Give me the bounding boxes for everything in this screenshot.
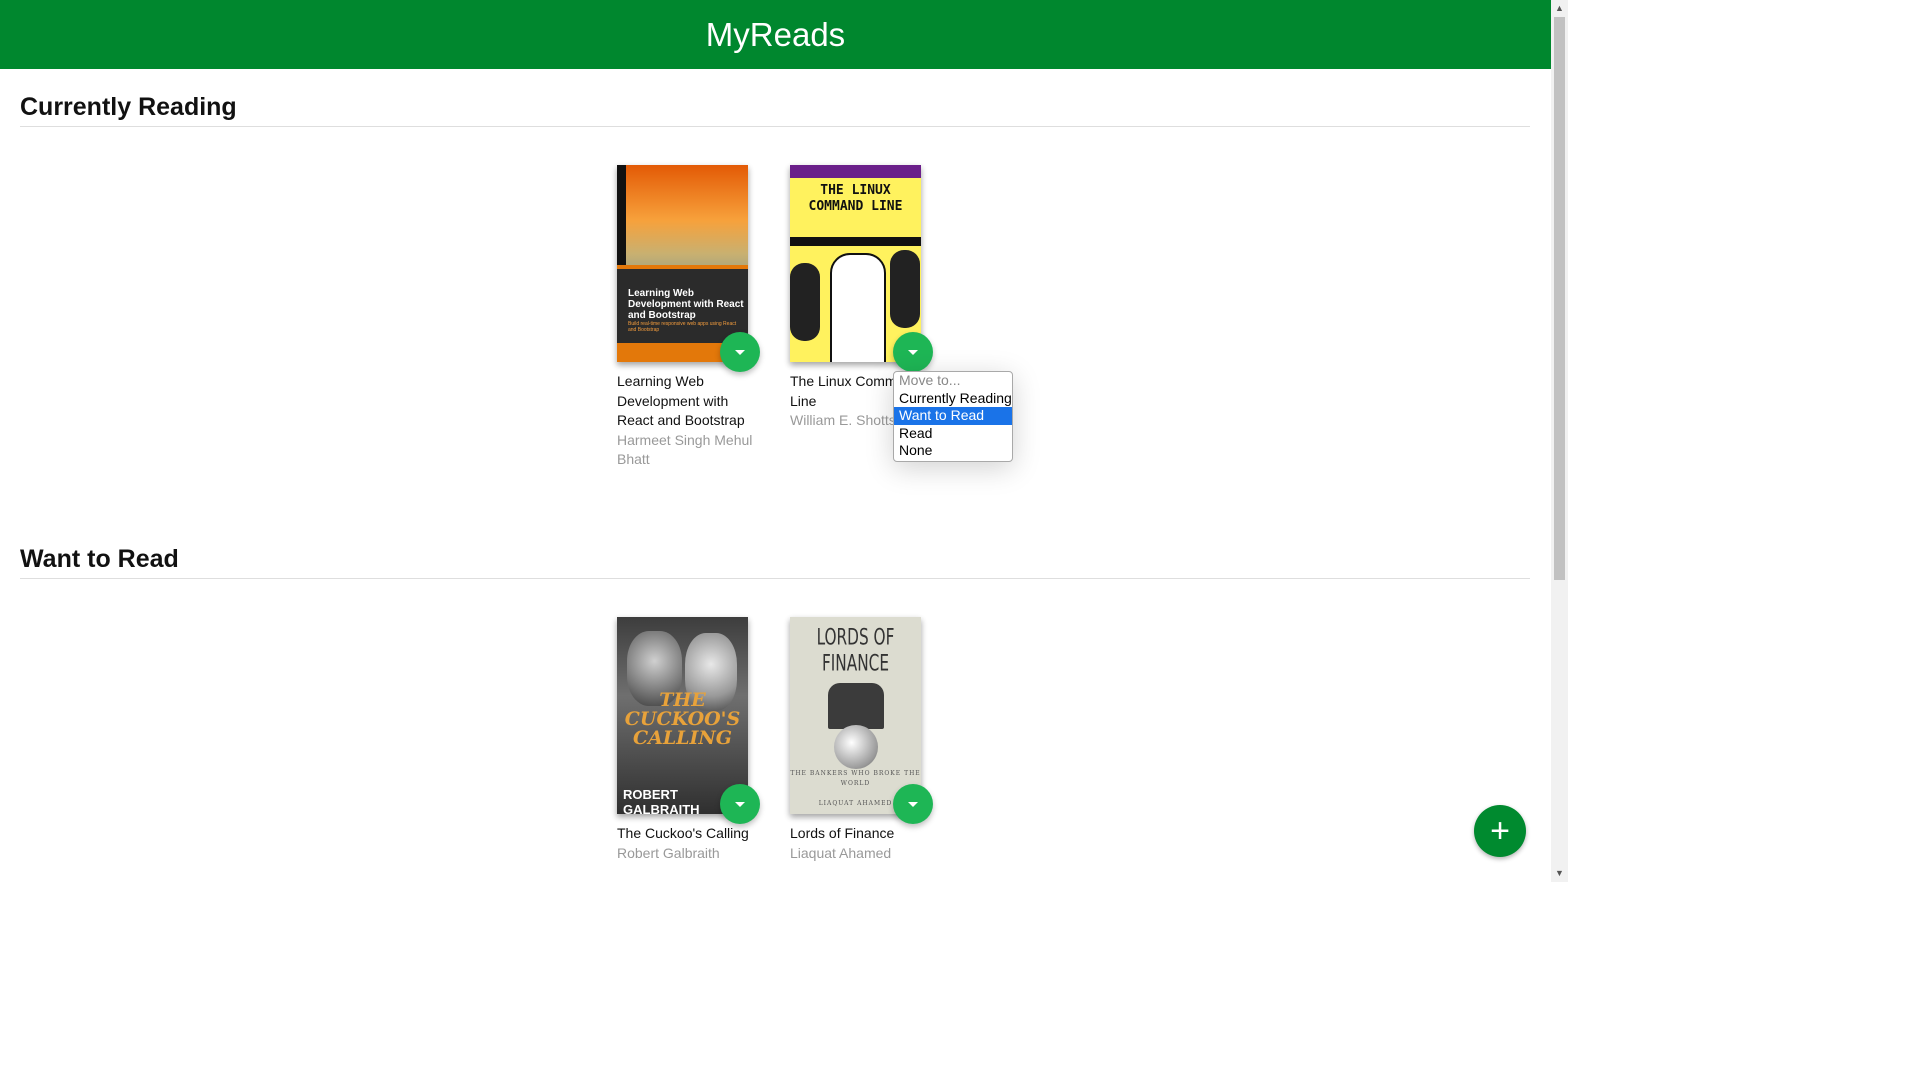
shelf-select-dropdown[interactable]: Move to... Currently Reading Want to Rea… — [893, 371, 1013, 462]
book-cover: THE CUCKOO'S CALLING ROBERT GALBRAITH — [617, 617, 748, 814]
add-book-button[interactable]: + — [1474, 805, 1526, 857]
option-read[interactable]: Read — [894, 425, 1012, 443]
vertical-scrollbar[interactable]: ▲ ▼ — [1551, 0, 1568, 882]
caret-down-icon — [735, 349, 745, 355]
book-cuckoos-calling: THE CUCKOO'S CALLING ROBERT GALBRAITH Th… — [617, 617, 762, 863]
shelf-changer-button[interactable] — [720, 332, 760, 372]
book-lords-of-finance: LORDS OF FINANCE THE BANKERS WHO BROKE T… — [790, 617, 935, 863]
caret-down-icon — [908, 349, 918, 355]
app-title: MyReads — [705, 16, 846, 53]
scroll-down-arrow-icon[interactable]: ▼ — [1551, 865, 1568, 882]
option-want-to-read[interactable]: Want to Read — [894, 407, 1012, 425]
shelf-title-want-to-read: Want to Read — [20, 545, 1530, 579]
app-header: MyReads — [0, 0, 1551, 69]
cover-title: Learning Web Development with React and … — [628, 288, 744, 321]
cover-subtitle: Build real-time responsive web apps usin… — [628, 321, 737, 333]
shelf-changer-button[interactable] — [720, 784, 760, 824]
cover-title: THE CUCKOO'S CALLING — [624, 689, 741, 749]
book-title: The Cuckoo's Calling — [617, 825, 749, 841]
book-cover: Learning Web Development with React and … — [617, 165, 748, 362]
scrollbar-thumb[interactable] — [1554, 17, 1565, 580]
book-learning-web-dev: Learning Web Development with React and … — [617, 165, 762, 470]
book-title: Learning Web Development with React and … — [617, 373, 745, 428]
option-currently-reading[interactable]: Currently Reading — [894, 390, 1012, 408]
shelf-title-currently-reading: Currently Reading — [20, 93, 1530, 127]
caret-down-icon — [735, 801, 745, 807]
book-authors: Harmeet Singh Mehul Bhatt — [617, 431, 753, 468]
plus-icon: + — [1490, 812, 1510, 850]
scroll-up-arrow-icon[interactable]: ▲ — [1551, 0, 1568, 17]
option-move-to: Move to... — [899, 372, 961, 388]
book-cover: LORDS OF FINANCE THE BANKERS WHO BROKE T… — [790, 617, 921, 814]
book-title: Lords of Finance — [790, 825, 895, 841]
shelf-changer-button[interactable] — [893, 332, 933, 372]
shelf-changer-button[interactable] — [893, 784, 933, 824]
book-authors: Liaquat Ahamed — [790, 844, 892, 861]
book-cover: THE LINUX COMMAND LINE — [790, 165, 921, 362]
cover-title: LORDS OF FINANCE — [816, 625, 895, 677]
caret-down-icon — [908, 801, 918, 807]
cover-title: THE LINUX COMMAND LINE — [808, 183, 903, 214]
option-none[interactable]: None — [894, 442, 1012, 460]
book-authors: Robert Galbraith — [617, 844, 720, 861]
